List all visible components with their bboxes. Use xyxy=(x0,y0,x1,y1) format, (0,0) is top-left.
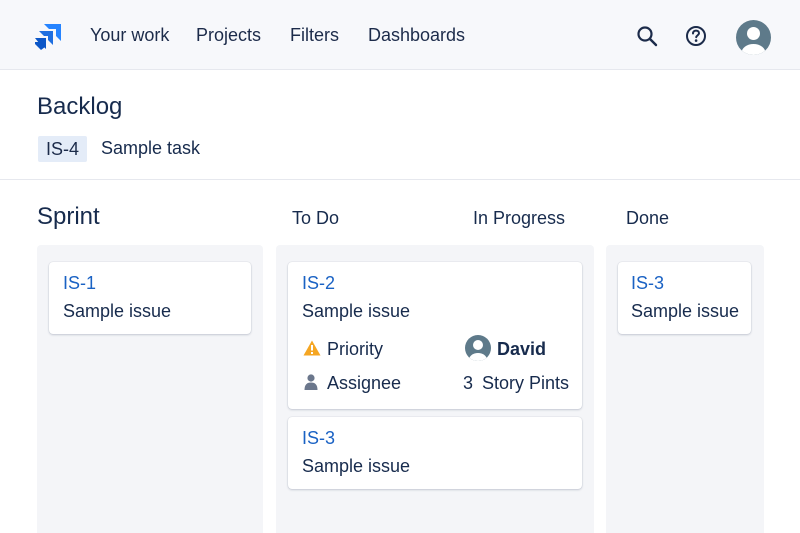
priority-warning-icon xyxy=(303,340,321,356)
issue-summary: Sample issue xyxy=(302,301,411,321)
sprint-title: Sprint xyxy=(37,203,100,230)
story-points-label: Story Pints xyxy=(482,373,570,393)
priority-label: Priority xyxy=(327,339,384,359)
nav-dashboards[interactable]: Dashboards xyxy=(368,24,465,46)
issue-summary: Sample issue xyxy=(302,456,411,476)
backlog-section: Backlog IS-4 Sample task xyxy=(0,71,800,180)
user-avatar-icon[interactable] xyxy=(736,20,771,55)
issue-summary: Sample issue xyxy=(631,301,740,321)
issue-card[interactable]: IS-3 Sample issue xyxy=(618,262,751,334)
backlog-issue-key[interactable]: IS-4 xyxy=(38,136,88,162)
assignee-name: David xyxy=(497,339,547,359)
issue-key[interactable]: IS-1 xyxy=(63,273,96,294)
help-icon[interactable] xyxy=(685,25,707,47)
issue-key[interactable]: IS-2 xyxy=(302,273,335,294)
issue-key[interactable]: IS-3 xyxy=(631,273,664,294)
nav-your-work[interactable]: Your work xyxy=(90,24,169,46)
issue-summary: Sample issue xyxy=(63,301,172,321)
top-navigation: Your work Projects Filters Dashboards xyxy=(0,0,800,70)
assignee-avatar-icon xyxy=(465,335,491,361)
story-points-value: 3 xyxy=(463,373,474,393)
backlog-issue-summary[interactable]: Sample task xyxy=(101,138,200,159)
jira-logo[interactable] xyxy=(35,24,61,50)
issue-card[interactable]: IS-2 Sample issue Priority David Assigne… xyxy=(288,262,582,409)
issue-card[interactable]: IS-1 Sample issue xyxy=(49,262,251,334)
nav-projects[interactable]: Projects xyxy=(196,24,261,46)
column-title-in-progress: In Progress xyxy=(473,208,566,228)
column-title-done: Done xyxy=(626,208,670,228)
person-icon xyxy=(304,374,318,390)
nav-filters[interactable]: Filters xyxy=(290,24,339,46)
assignee-label: Assignee xyxy=(327,373,402,393)
issue-key[interactable]: IS-3 xyxy=(302,428,335,449)
issue-card[interactable]: IS-3 Sample issue xyxy=(288,417,582,489)
backlog-title: Backlog xyxy=(37,93,123,120)
column-title-todo: To Do xyxy=(292,208,340,228)
search-icon[interactable] xyxy=(636,25,658,47)
